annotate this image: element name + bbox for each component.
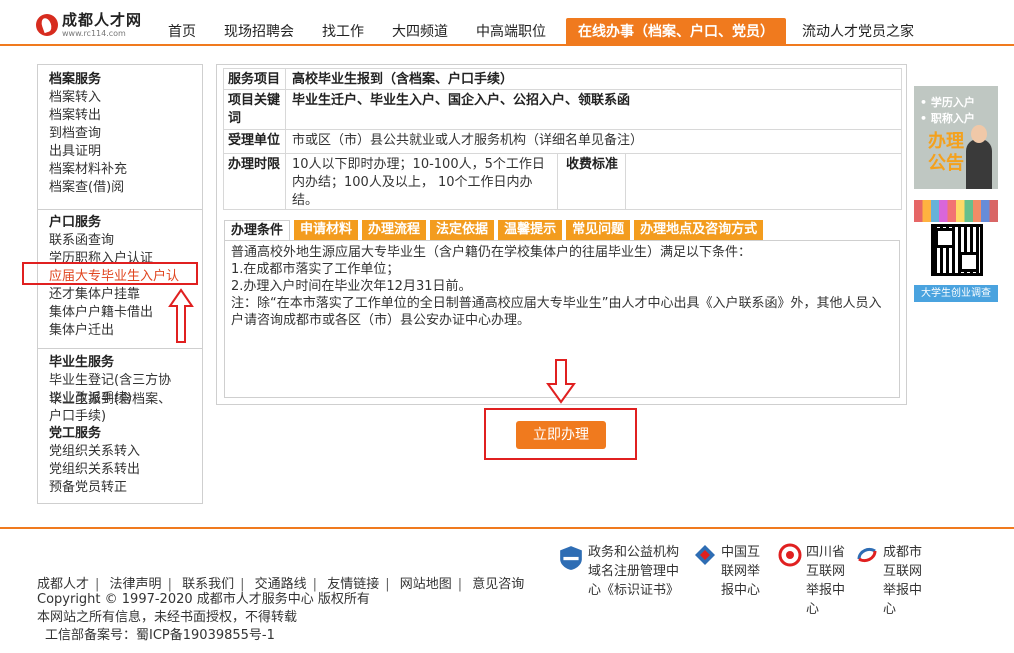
sidebar-title-party: 党工服务 bbox=[49, 426, 102, 441]
badge-domain-registry[interactable]: 政务和公益机构域名注册管理中心《标识证书》 bbox=[558, 543, 688, 600]
footer-link-feedback[interactable]: 意见咨询 bbox=[472, 577, 524, 592]
tab-conditions[interactable]: 办理条件 bbox=[224, 220, 291, 240]
tab-materials[interactable]: 申请材料 bbox=[294, 220, 359, 240]
site-logo[interactable]: 成都人才网 www.rc114.com bbox=[36, 12, 142, 38]
tab-location[interactable]: 办理地点及咨询方式 bbox=[634, 220, 764, 240]
footer-link-chengdu-talent[interactable]: 成都人才 bbox=[37, 577, 89, 592]
footer-link-sitemap[interactable]: 网站地图 bbox=[400, 577, 452, 592]
qr-code-icon bbox=[931, 224, 983, 276]
person-icon bbox=[966, 125, 992, 189]
banner-line-title: • 职称入户 bbox=[920, 112, 975, 125]
annotation-arrow-up-icon bbox=[168, 288, 194, 343]
site-header: 成都人才网 www.rc114.com 首页 现场招聘会 找工作 大四频道 中高… bbox=[0, 0, 1014, 46]
sidebar-item-party-confirm[interactable]: 预备党员转正 bbox=[38, 479, 202, 497]
sidebar-item-letter-query[interactable]: 联系函查询 bbox=[38, 232, 202, 250]
service-tabs: 办理条件 申请材料 办理流程 法定依据 温馨提示 常见问题 办理地点及咨询方式 bbox=[224, 220, 767, 240]
badge-sichuan-report-text: 四川省互联网举报中心 bbox=[806, 545, 846, 617]
footer-icp[interactable]: 工信部备案号：蜀ICP备19039855号-1 bbox=[45, 627, 275, 645]
row-time-limit: 办理时限 10人以下即时办理；10-100人，5个工作日内办结；100人及以上，… bbox=[223, 154, 902, 210]
row-agency: 受理单位 市或区（市）县公共就业或人才服务机构（详细名单见备注） bbox=[223, 130, 902, 154]
tab-tips[interactable]: 温馨提示 bbox=[498, 220, 563, 240]
badge-domain-text: 政务和公益机构域名注册管理中心《标识证书》 bbox=[588, 545, 680, 598]
crowd-image bbox=[914, 200, 998, 222]
sidebar-item-grad-report-cont[interactable]: 户口手续) bbox=[38, 408, 202, 426]
survey-caption: 大学生创业调查 bbox=[914, 285, 998, 302]
sidebar-item-certificate[interactable]: 出具证明 bbox=[38, 143, 202, 161]
annotation-arrow-down-icon bbox=[546, 359, 576, 404]
sidebar-highlight-box bbox=[22, 262, 198, 285]
badge-china-report[interactable]: 中国互联网举报中心 bbox=[693, 543, 768, 600]
badge-china-report-text: 中国互联网举报中心 bbox=[721, 545, 761, 598]
condition-intro: 普通高校外地生源应届大专毕业生（含户籍仍在学校集体户的往届毕业生）满足以下条件： bbox=[231, 245, 752, 260]
sidebar-group-graduate: 毕业生服务 毕业生登记(含三方协 议业改派手续) 毕业生报到(含档案、 户口手续… bbox=[38, 348, 202, 426]
row-service-item: 服务项目 高校毕业生报到（含档案、户口手续） bbox=[223, 68, 902, 90]
logo-url: www.rc114.com bbox=[62, 28, 126, 38]
banner-headline: 办理公告 bbox=[928, 131, 964, 174]
apply-now-button[interactable]: 立即办理 bbox=[516, 421, 606, 449]
footer-link-legal[interactable]: 法律声明 bbox=[110, 577, 162, 592]
badge-chengdu-report-text: 成都市互联网举报中心 bbox=[883, 545, 923, 617]
sidebar-title-graduate: 毕业生服务 bbox=[49, 355, 115, 370]
value-agency: 市或区（市）县公共就业或人才服务机构（详细名单见备注） bbox=[292, 133, 644, 148]
sidebar-item-grad-register[interactable]: 毕业生登记(含三方协 bbox=[38, 372, 202, 390]
row-keywords: 项目关键词 毕业生迁户、毕业生入户、国企入户、公招入户、领联系函 bbox=[223, 90, 902, 130]
sidebar-title-archive: 档案服务 bbox=[49, 72, 102, 87]
sichuan-report-icon bbox=[778, 543, 802, 567]
sidebar-item-archive-borrow[interactable]: 档案查(借)阅 bbox=[38, 179, 202, 197]
logo-icon bbox=[36, 14, 58, 36]
badge-sichuan-report[interactable]: 四川省互联网举报中心 bbox=[778, 543, 853, 619]
nav-party-home[interactable]: 流动人才党员之家 bbox=[802, 18, 914, 46]
condition-1: 1.在成都市落实了工作单位； bbox=[231, 262, 400, 277]
sidebar-item-party-out[interactable]: 党组织关系转出 bbox=[38, 461, 202, 479]
service-detail-panel: 服务项目 高校毕业生报到（含档案、户口手续） 项目关键词 毕业生迁户、毕业生入户… bbox=[216, 64, 907, 405]
tab-legal-basis[interactable]: 法定依据 bbox=[430, 220, 495, 240]
tab-faq[interactable]: 常见问题 bbox=[566, 220, 631, 240]
label-time-limit: 办理时限 bbox=[224, 154, 286, 209]
value-service-item: 高校毕业生报到（含档案、户口手续） bbox=[292, 72, 514, 87]
sidebar-group-archive: 档案服务 档案转入 档案转出 到档查询 出具证明 档案材料补充 档案查(借)阅 bbox=[38, 71, 202, 197]
nav-home[interactable]: 首页 bbox=[168, 18, 196, 46]
nav-online-service[interactable]: 在线办事（档案、户口、党员） bbox=[566, 18, 786, 46]
footer-notice: 本网站之所有信息，未经书面授权，不得转载 bbox=[37, 610, 298, 625]
label-agency: 受理单位 bbox=[224, 130, 286, 153]
sidebar-title-hukou: 户口服务 bbox=[49, 215, 102, 230]
footer-links: 成都人才 | 法律声明 | 联系我们 | 交通路线 | 友情链接 | 网站地图 | 意见咨询 bbox=[37, 577, 525, 592]
footer-copyright: Copyright © 1997-2020 成都市人才服务中心 版权所有 bbox=[37, 592, 370, 607]
sidebar-item-archive-out[interactable]: 档案转出 bbox=[38, 107, 202, 125]
chengdu-report-icon bbox=[857, 547, 877, 563]
sidebar-item-grad-report[interactable]: 毕业生报到(含档案、 bbox=[38, 391, 171, 409]
sidebar-item-party-in[interactable]: 党组织关系转入 bbox=[38, 443, 202, 461]
survey-banner[interactable]: 大学生创业调查 bbox=[914, 200, 998, 302]
logo-name: 成都人才网 bbox=[62, 10, 143, 29]
sidebar-group-party: 党工服务 党组织关系转入 党组织关系转出 预备党员转正 bbox=[38, 425, 202, 497]
nav-senior-channel[interactable]: 大四频道 bbox=[392, 18, 448, 46]
badge-chengdu-report[interactable]: 成都市互联网举报中心 bbox=[855, 543, 935, 619]
footer-link-friends[interactable]: 友情链接 bbox=[327, 577, 379, 592]
tab-process[interactable]: 办理流程 bbox=[362, 220, 427, 240]
nav-job-fair[interactable]: 现场招聘会 bbox=[224, 18, 294, 46]
footer-divider bbox=[0, 527, 1014, 529]
sidebar-item-archive-supplement[interactable]: 档案材料补充 bbox=[38, 161, 202, 179]
label-fee: 收费标准 bbox=[558, 154, 626, 209]
sidebar-item-archive-query[interactable]: 到档查询 bbox=[38, 125, 202, 143]
sidebar-item-archive-in[interactable]: 档案转入 bbox=[38, 89, 202, 107]
shield-icon bbox=[560, 546, 582, 570]
value-time-limit: 10人以下即时办理；10-100人，5个工作日内办结；100人及以上， 10个工… bbox=[286, 154, 558, 209]
notice-banner[interactable]: • 学历入户 • 职称入户 办理公告 bbox=[914, 86, 998, 189]
label-keywords: 项目关键词 bbox=[224, 90, 286, 129]
label-service-item: 服务项目 bbox=[224, 69, 286, 89]
condition-2: 2.办理入户时间在毕业次年12月31日前。 bbox=[231, 279, 472, 294]
footer-link-contact[interactable]: 联系我们 bbox=[182, 577, 234, 592]
nav-mid-high-jobs[interactable]: 中高端职位 bbox=[476, 18, 546, 46]
value-fee bbox=[626, 154, 901, 209]
footer-link-traffic[interactable]: 交通路线 bbox=[255, 577, 307, 592]
banner-line-degree: • 学历入户 bbox=[920, 96, 975, 109]
nav-find-job[interactable]: 找工作 bbox=[322, 18, 364, 46]
condition-note: 注：除“在本市落实了工作单位的全日制普通高校应届大专毕业生”由人才中心出具《入户… bbox=[231, 296, 882, 328]
value-keywords: 毕业生迁户、毕业生入户、国企入户、公招入户、领联系函 bbox=[292, 93, 631, 108]
report-center-icon bbox=[695, 545, 715, 565]
